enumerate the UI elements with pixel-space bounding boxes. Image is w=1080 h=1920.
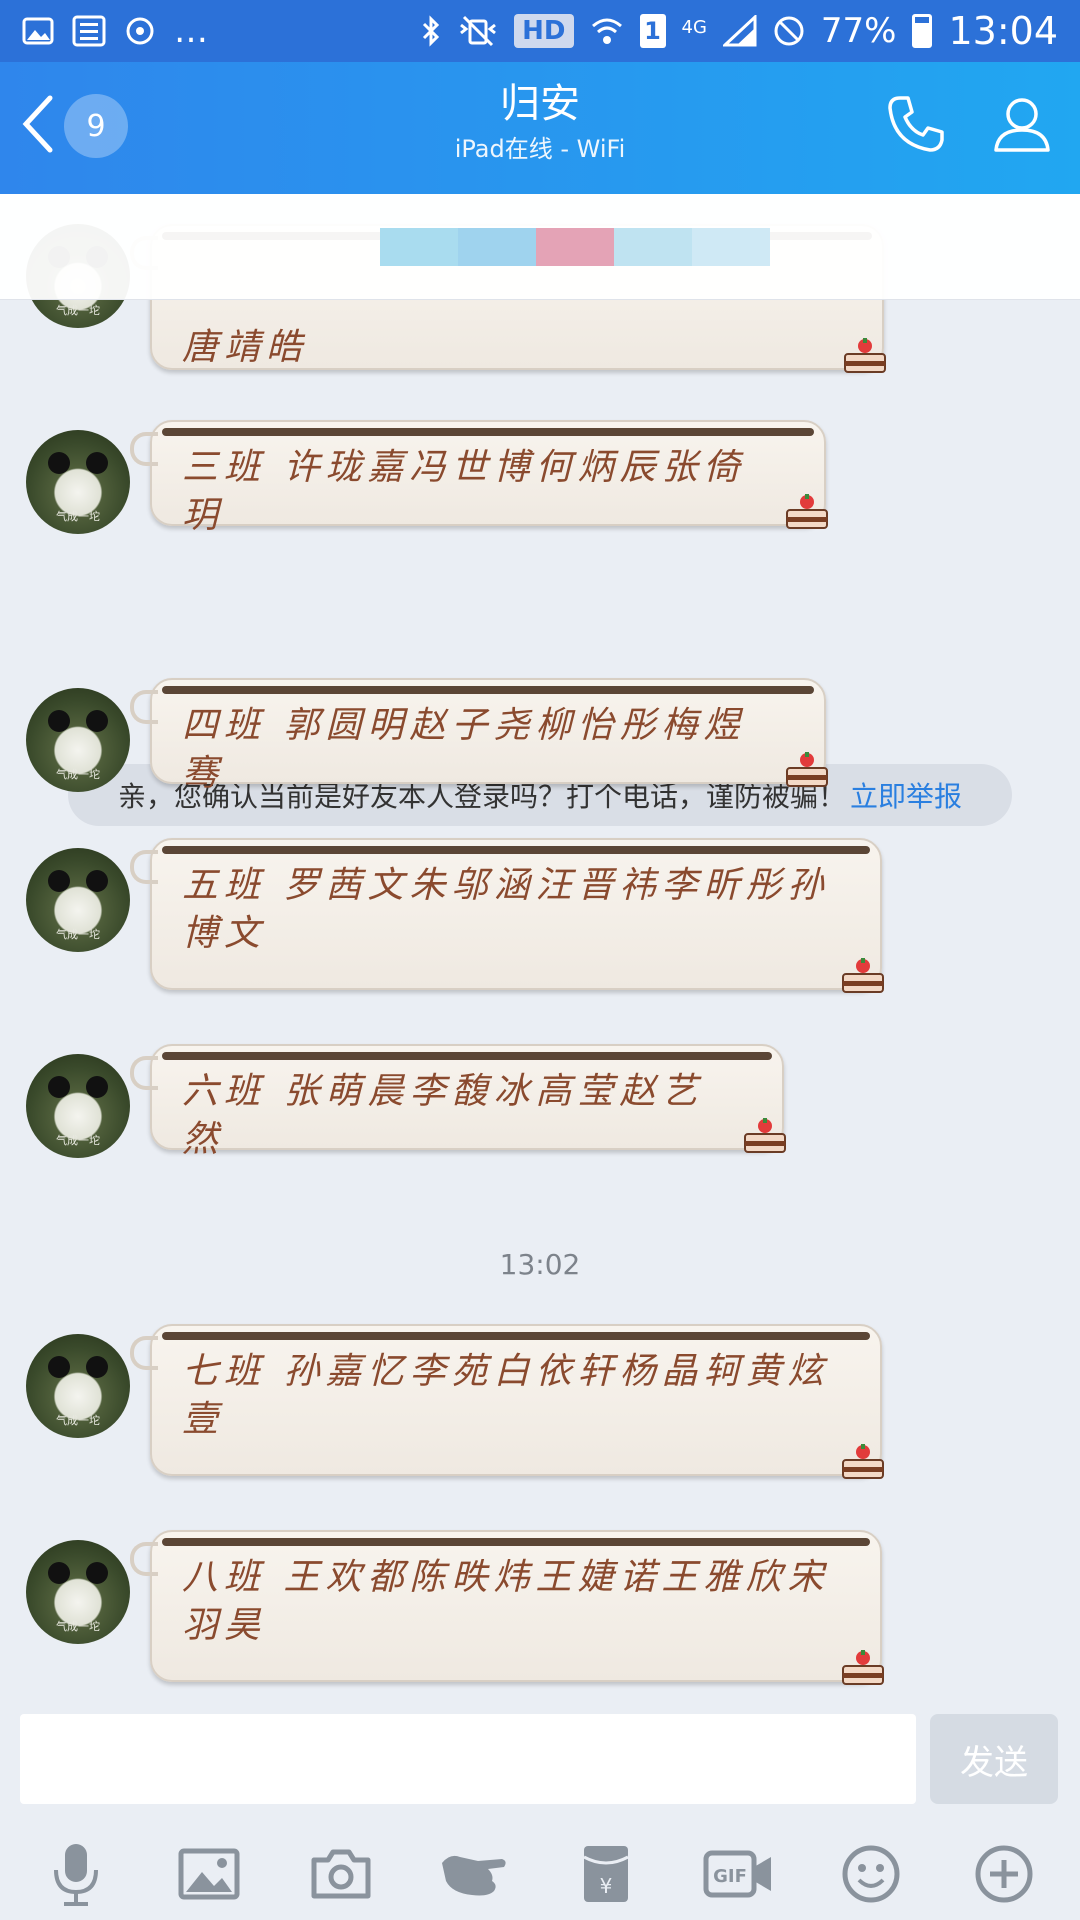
message-bubble[interactable]: 七班 孙嘉忆李苑白依轩杨晶轲黄炫壹	[130, 1324, 884, 1479]
emoji-button[interactable]	[826, 1829, 916, 1919]
send-button[interactable]: 发送	[930, 1714, 1058, 1804]
message-bubble[interactable]: 八班 王欢都陈昳炜王婕诺王雅欣宋羽昊	[130, 1530, 884, 1685]
call-button[interactable]	[884, 92, 948, 160]
cake-icon	[842, 336, 888, 380]
message-text: 七班 孙嘉忆李苑白依轩杨晶轲黄炫壹	[182, 1351, 830, 1440]
sync-notification-icon	[124, 15, 156, 47]
hd-badge: HD	[514, 14, 574, 48]
red-packet-icon: ¥	[583, 1846, 629, 1902]
gallery-notification-icon	[22, 17, 54, 45]
input-bar: 发送 ¥ GIF	[0, 1704, 1080, 1920]
message-bubble[interactable]: 六班 张萌晨李馥冰高莹赵艺然	[130, 1044, 786, 1160]
profile-button[interactable]	[990, 92, 1054, 160]
timestamp: 13:02	[499, 1248, 581, 1281]
cake-icon	[840, 1442, 886, 1486]
do-not-disturb-icon	[773, 15, 805, 47]
chat-area[interactable]: 气成一坨 唐靖皓 气成一坨 三班 许珑嘉冯世博何炳辰张倚玥 亲，您确认当前是好友…	[0, 194, 1080, 1704]
avatar[interactable]: 气成一坨	[26, 1054, 130, 1158]
list-notification-icon	[72, 15, 106, 47]
more-notifications-icon: …	[174, 11, 208, 51]
mic-icon	[54, 1844, 99, 1906]
bluetooth-icon	[420, 15, 442, 47]
cake-icon	[840, 1648, 886, 1692]
cake-icon	[742, 1116, 788, 1160]
gif-icon: GIF	[703, 1850, 771, 1898]
message-text: 四班 郭圆明赵子尧柳怡彤梅煜骞	[182, 705, 746, 794]
input-toolbar: ¥ GIF	[0, 1828, 1080, 1920]
message-text: 五班 罗茜文朱邬涵汪晋祎李昕彤孙博文	[182, 865, 830, 954]
svg-text:GIF: GIF	[713, 1866, 747, 1887]
battery-percent: 77%	[820, 11, 897, 51]
poke-button[interactable]	[429, 1829, 519, 1919]
phone-icon	[888, 96, 944, 152]
wifi-icon	[590, 16, 624, 46]
message-text: 三班 许珑嘉冯世博何炳辰张倚玥	[182, 447, 746, 536]
image-icon	[178, 1848, 240, 1900]
plus-icon	[975, 1845, 1033, 1903]
clock: 13:04	[948, 9, 1058, 53]
camera-icon	[311, 1849, 371, 1899]
avatar[interactable]: 气成一坨	[26, 430, 130, 534]
svg-text:¥: ¥	[600, 1874, 613, 1898]
avatar[interactable]: 气成一坨	[26, 688, 130, 792]
red-packet-button[interactable]: ¥	[561, 1829, 651, 1919]
network-type: 4G	[681, 17, 707, 38]
signal-icon	[722, 15, 757, 47]
message-bubble[interactable]: 三班 许珑嘉冯世博何炳辰张倚玥	[130, 420, 828, 536]
message-bubble[interactable]: 五班 罗茜文朱邬涵汪晋祎李昕彤孙博文	[130, 838, 884, 993]
status-bar: … HD 1 4G 77% 13:04	[0, 0, 1080, 62]
report-link[interactable]: 立即举报	[850, 775, 962, 815]
message-text: 唐靖皓	[182, 327, 309, 368]
more-button[interactable]	[959, 1829, 1049, 1919]
message-input[interactable]	[20, 1714, 916, 1804]
avatar[interactable]: 气成一坨	[26, 848, 130, 952]
camera-button[interactable]	[296, 1829, 386, 1919]
chat-header: 9 归安 iPad在线 - WiFi	[0, 62, 1080, 194]
emoji-icon	[842, 1845, 900, 1903]
message-bubble[interactable]: 四班 郭圆明赵子尧柳怡彤梅煜骞	[130, 678, 828, 794]
battery-icon	[912, 14, 933, 48]
gif-button[interactable]: GIF	[694, 1829, 784, 1919]
user-icon	[994, 98, 1050, 152]
pinned-banner	[0, 194, 1080, 300]
vibrate-mute-icon	[458, 15, 498, 47]
cake-icon	[784, 750, 830, 794]
sim-badge: 1	[639, 14, 666, 48]
cake-icon	[840, 956, 886, 1000]
message-text: 八班 王欢都陈昳炜王婕诺王雅欣宋羽昊	[182, 1557, 830, 1646]
message-text: 六班 张萌晨李馥冰高莹赵艺然	[182, 1071, 704, 1160]
avatar[interactable]: 气成一坨	[26, 1334, 130, 1438]
poke-icon	[441, 1855, 506, 1896]
album-button[interactable]	[164, 1829, 254, 1919]
voice-button[interactable]	[31, 1829, 121, 1919]
redacted-strip	[380, 228, 770, 266]
cake-icon	[784, 492, 830, 536]
avatar[interactable]: 气成一坨	[26, 1540, 130, 1644]
